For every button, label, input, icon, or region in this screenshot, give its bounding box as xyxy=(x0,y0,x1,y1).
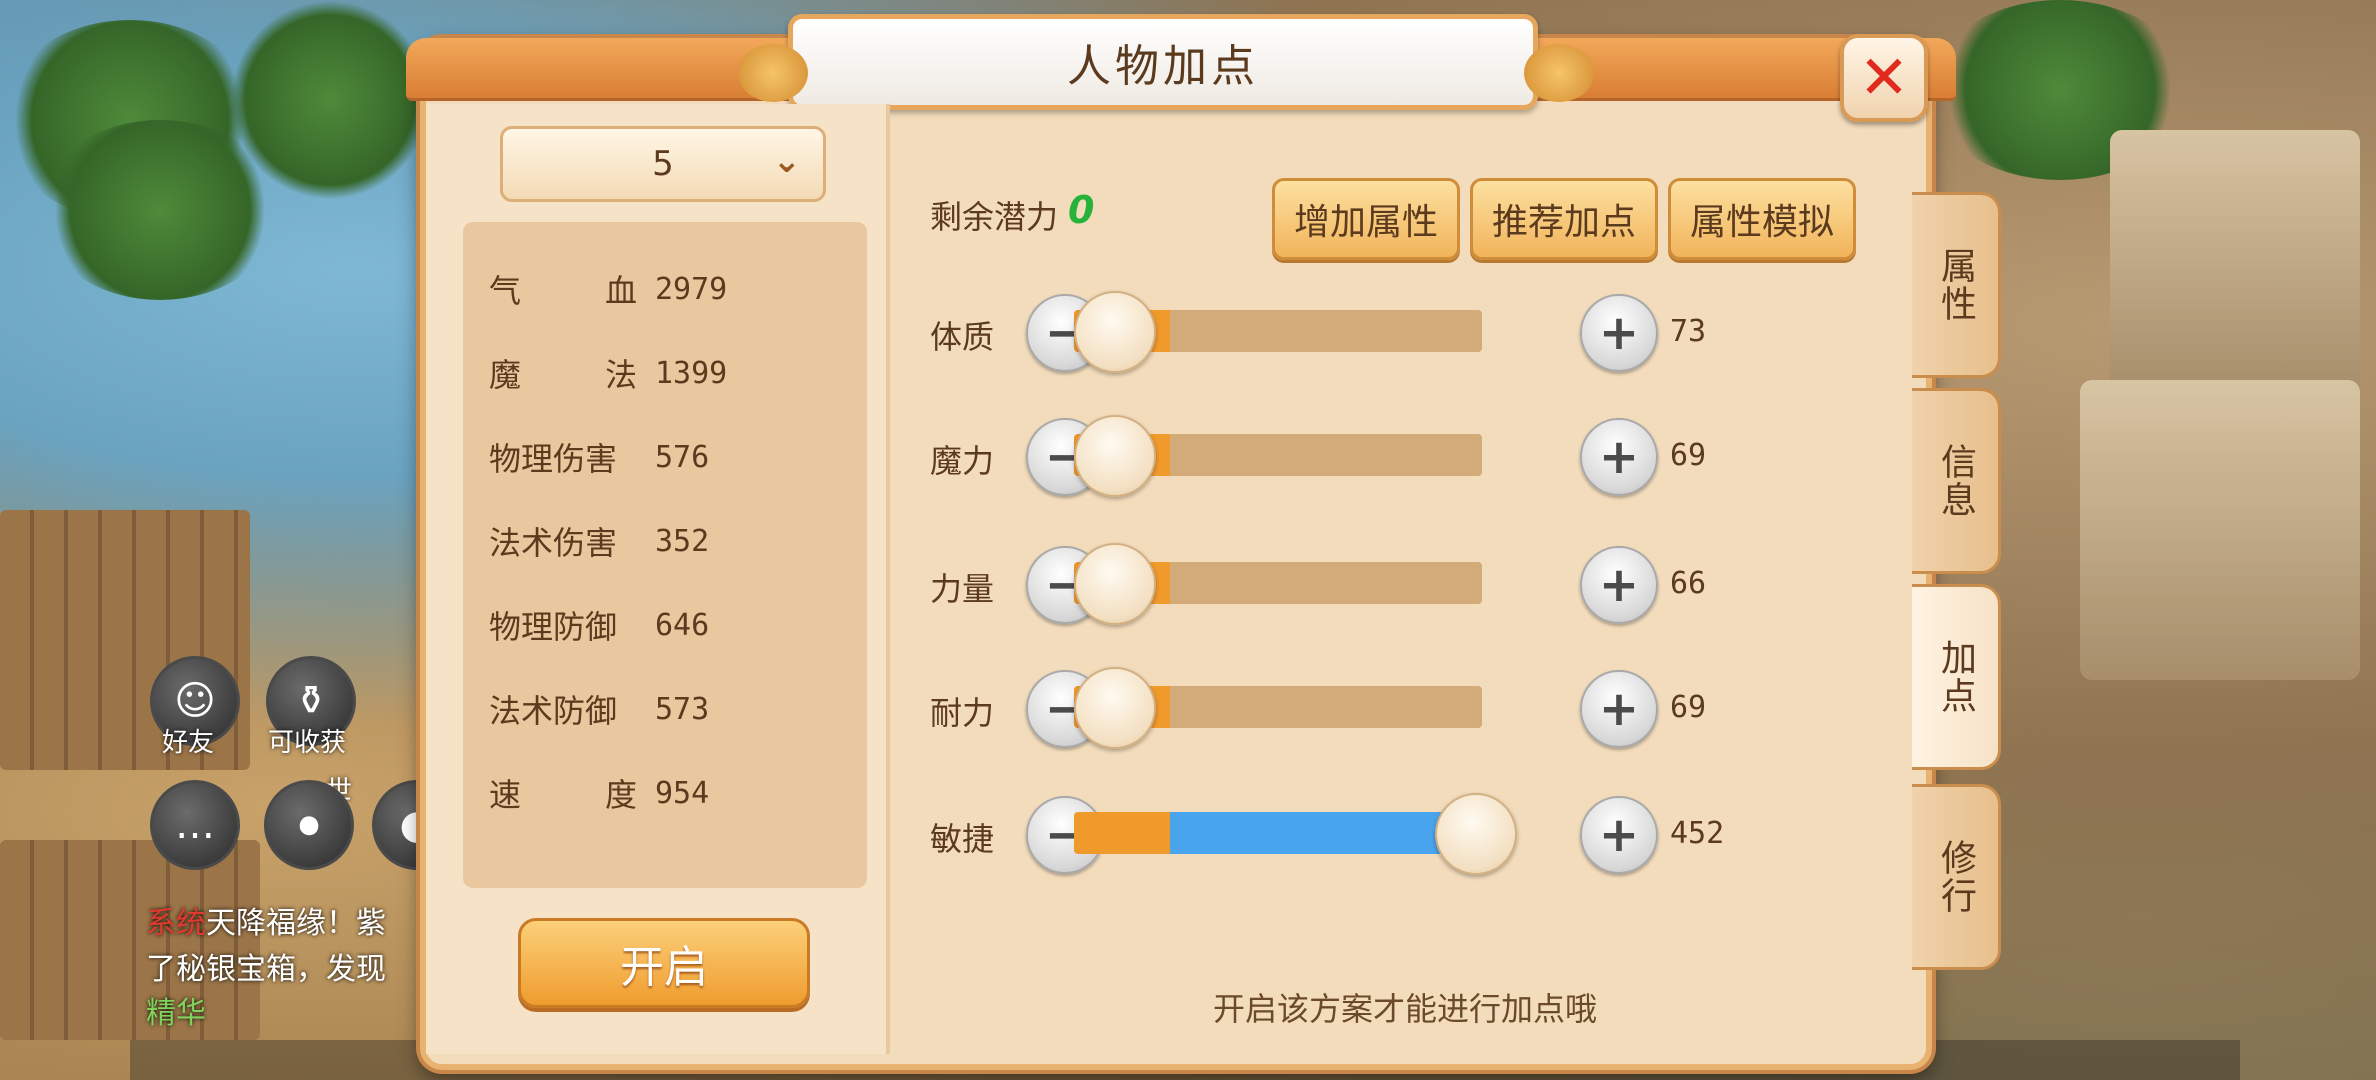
attribute-row: 体质 − + 73 xyxy=(890,291,1920,373)
attribute-row: 敏捷 − + 452 xyxy=(890,793,1920,875)
plus-icon: + xyxy=(1598,429,1640,485)
plus-icon: + xyxy=(1598,557,1640,613)
remaining-potential-label: 剩余潜力 xyxy=(930,198,1059,236)
chevron-down-icon: ⌄ xyxy=(772,141,802,181)
chat-channel: 系统 xyxy=(146,906,206,941)
points-panel: 剩余潜力 0 增加属性 推荐加点 属性模拟 体质 − + 73 魔力 − + 6… xyxy=(890,104,1920,1054)
slider-knob[interactable] xyxy=(1074,291,1156,373)
attribute-name: 耐力 xyxy=(930,694,995,732)
slider-knob[interactable] xyxy=(1074,667,1156,749)
chat-line: 精华 xyxy=(146,996,206,1031)
stat-value: 576 xyxy=(655,439,710,475)
add-attribute-button[interactable]: 增加属性 xyxy=(1272,178,1460,260)
tab-add-points[interactable]: 加点 xyxy=(1912,584,2001,770)
attribute-name: 敏捷 xyxy=(930,820,995,858)
attribute-slider[interactable] xyxy=(1074,291,1482,373)
stat-row-hp: 气血 2979 xyxy=(489,264,727,314)
slider-added-fill xyxy=(1170,812,1474,854)
attribute-name: 力量 xyxy=(930,570,995,608)
attribute-simulate-button[interactable]: 属性模拟 xyxy=(1668,178,1856,260)
slider-base-fill xyxy=(1074,812,1170,854)
chat-text: 天降福缘！紫 xyxy=(206,906,386,941)
stat-row-magic-def: 法术防御 573 xyxy=(489,684,709,734)
chat-line: 了秘银宝箱，发现 xyxy=(146,952,386,987)
close-icon: ✕ xyxy=(1858,43,1910,113)
stone-building xyxy=(2080,380,2360,680)
increase-button[interactable]: + xyxy=(1580,546,1658,624)
cloud-ornament-icon xyxy=(738,44,808,102)
harvest-label: 可收获 xyxy=(268,728,347,758)
stat-row-phys-dmg: 物理伤害 576 xyxy=(489,432,709,482)
attribute-name: 体质 xyxy=(930,318,995,356)
stat-name: 法术伤害 xyxy=(489,524,618,562)
attribute-name: 魔力 xyxy=(930,442,995,480)
plan-select[interactable]: 5 ⌄ xyxy=(500,126,826,202)
increase-button[interactable]: + xyxy=(1580,670,1658,748)
slider-knob[interactable] xyxy=(1074,543,1156,625)
plus-icon: + xyxy=(1598,681,1640,737)
dialog-title-plate: 人物加点 xyxy=(788,14,1538,110)
attribute-slider[interactable] xyxy=(1074,543,1482,625)
recommend-points-button[interactable]: 推荐加点 xyxy=(1470,178,1658,260)
attribute-value: 73 xyxy=(1670,314,1707,349)
stat-name: 物理防御 xyxy=(489,608,618,646)
stat-value: 1399 xyxy=(655,355,728,391)
plus-icon: + xyxy=(1598,807,1640,863)
tab-label: 属性 xyxy=(1935,247,1976,323)
attribute-value: 69 xyxy=(1670,438,1707,473)
increase-button[interactable]: + xyxy=(1580,796,1658,874)
attribute-slider[interactable] xyxy=(1074,415,1482,497)
stat-value: 2979 xyxy=(655,271,728,307)
stat-value: 954 xyxy=(655,775,710,811)
friends-label: 好友 xyxy=(162,728,215,758)
microphone-icon[interactable]: ⏺ xyxy=(264,780,354,870)
plan-select-value: 5 xyxy=(652,144,674,184)
tab-label: 修行 xyxy=(1935,839,1976,915)
tab-label: 加点 xyxy=(1935,639,1976,715)
attribute-value: 452 xyxy=(1670,816,1725,851)
attribute-row: 耐力 − + 69 xyxy=(890,667,1920,749)
attribute-row: 魔力 − + 69 xyxy=(890,415,1920,497)
stat-value: 573 xyxy=(655,691,710,727)
stat-row-magic-dmg: 法术伤害 352 xyxy=(489,516,709,566)
stat-name: 速度 xyxy=(489,776,637,814)
stat-row-mp: 魔法 1399 xyxy=(489,348,727,398)
attribute-value: 69 xyxy=(1670,690,1707,725)
attribute-slider[interactable] xyxy=(1074,667,1482,749)
attribute-slider[interactable] xyxy=(1074,793,1517,875)
stone-building xyxy=(2110,130,2360,390)
attribute-value: 66 xyxy=(1670,566,1707,601)
chat-bubble-icon[interactable]: … xyxy=(150,780,240,870)
open-plan-button[interactable]: 开启 xyxy=(518,918,810,1008)
palm-tree xyxy=(230,0,430,200)
increase-button[interactable]: + xyxy=(1580,418,1658,496)
chat-line: 系统天降福缘！紫 xyxy=(146,898,386,942)
slider-knob[interactable] xyxy=(1074,415,1156,497)
stat-name: 法术防御 xyxy=(489,692,618,730)
cloud-ornament-icon xyxy=(1524,44,1594,102)
stat-value: 646 xyxy=(655,607,710,643)
attribute-row: 力量 − + 66 xyxy=(890,543,1920,625)
stat-name: 物理伤害 xyxy=(489,440,618,478)
increase-button[interactable]: + xyxy=(1580,294,1658,372)
stat-name: 气血 xyxy=(489,272,637,310)
attribute-points-dialog: 人物加点 ✕ 5 ⌄ 气血 2979 魔法 1399 物理伤害 576 法术伤害… xyxy=(406,14,1956,1070)
dialog-title: 人物加点 xyxy=(1067,41,1259,92)
tab-attributes[interactable]: 属性 xyxy=(1912,192,2001,378)
plus-icon: + xyxy=(1598,305,1640,361)
stat-name: 魔法 xyxy=(489,356,637,394)
activation-hint: 开启该方案才能进行加点哦 xyxy=(1212,990,1597,1028)
stat-row-speed: 速度 954 xyxy=(489,768,709,818)
slider-knob[interactable] xyxy=(1435,793,1517,875)
stat-row-phys-def: 物理防御 646 xyxy=(489,600,709,650)
tab-cultivation[interactable]: 修行 xyxy=(1912,784,2001,970)
remaining-potential-value: 0 xyxy=(1068,188,1095,232)
tab-label: 信息 xyxy=(1935,443,1976,519)
stat-value: 352 xyxy=(655,523,710,559)
stats-list: 气血 2979 魔法 1399 物理伤害 576 法术伤害 352 物理防御 6… xyxy=(463,222,867,888)
tab-info[interactable]: 信息 xyxy=(1912,388,2001,574)
